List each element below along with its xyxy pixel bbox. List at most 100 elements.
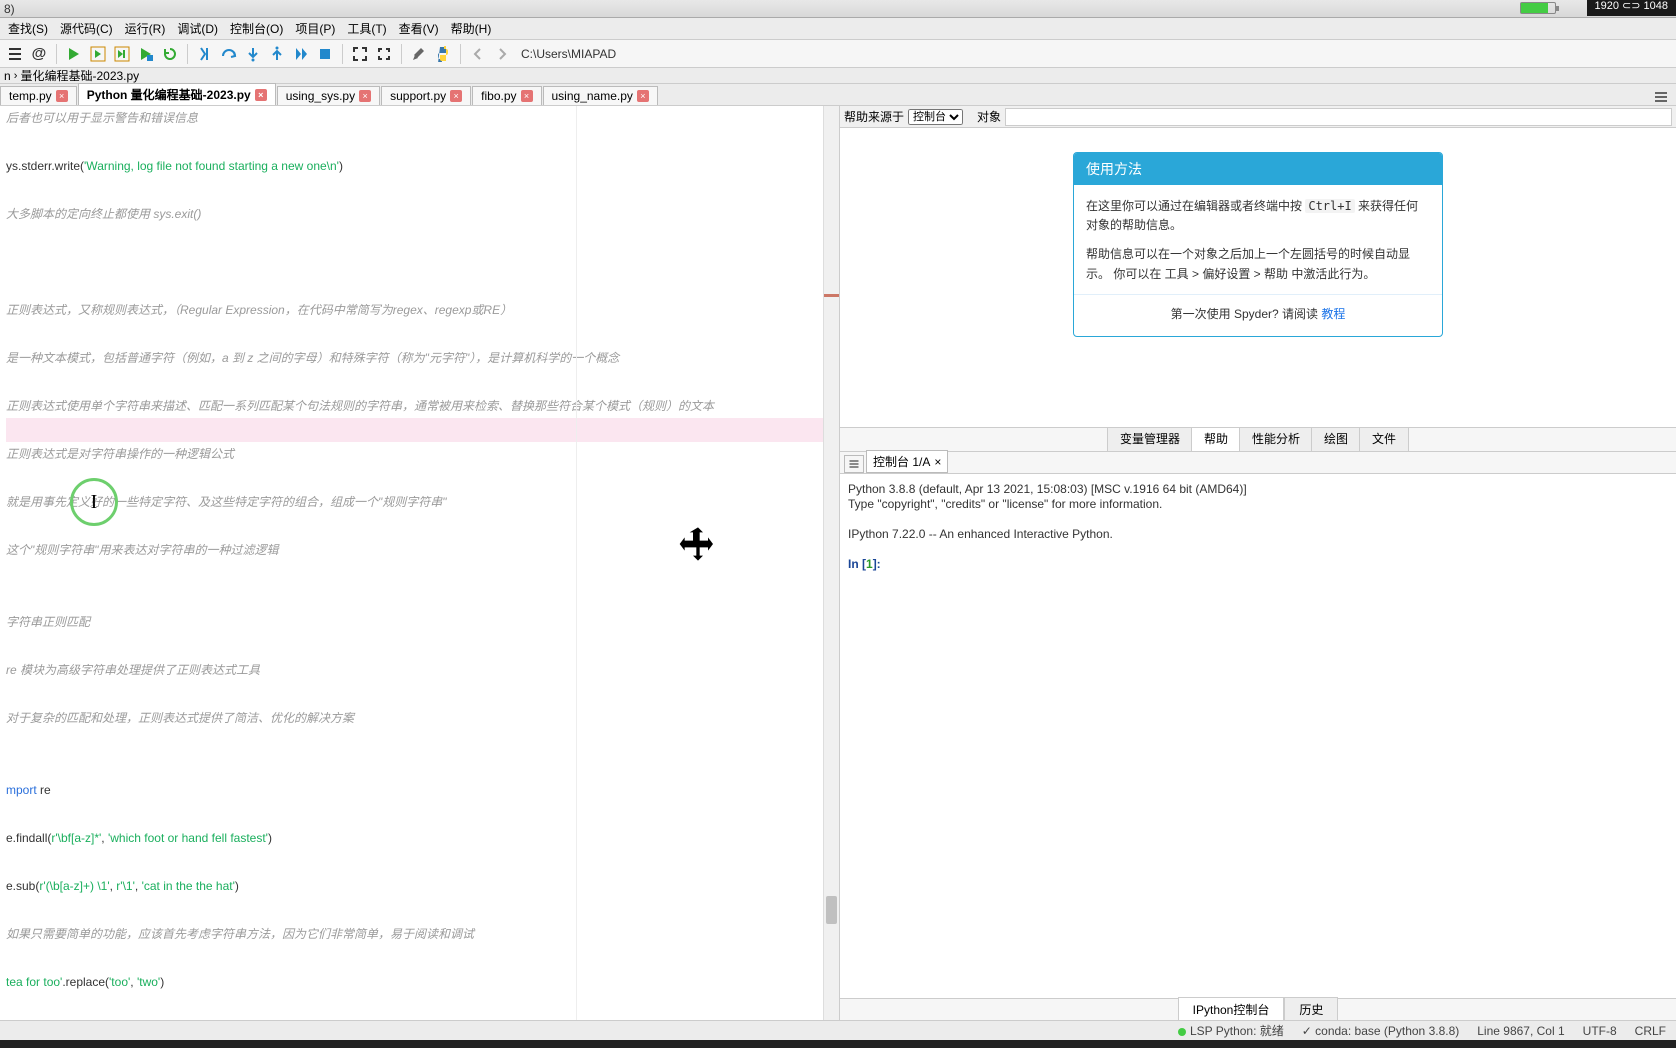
menu-source[interactable]: 源代码(C)	[54, 17, 119, 40]
tab-varexp[interactable]: 变量管理器	[1107, 425, 1193, 451]
python-path-icon[interactable]	[432, 43, 454, 65]
tab-quant-2023[interactable]: Python 量化编程基础-2023.py ×	[78, 83, 276, 105]
window-titlebar: 8) 1920 ⊂⊃ 1048	[0, 0, 1676, 18]
stop-debug-icon[interactable]	[314, 43, 336, 65]
tab-temp[interactable]: temp.py×	[0, 86, 77, 105]
help-pane: 使用方法 在这里你可以通过在编辑器或者终端中按 Ctrl+I 来获得任何对象的帮…	[840, 128, 1676, 428]
menu-run[interactable]: 运行(R)	[119, 17, 172, 40]
run-file-icon[interactable]	[63, 43, 85, 65]
working-dir[interactable]: C:\Users\MIAPAD	[521, 47, 616, 61]
debug-icon[interactable]	[194, 43, 216, 65]
code-line	[6, 322, 833, 346]
menu-projects[interactable]: 项目(P)	[289, 17, 341, 40]
code-line: 大多脚本的定向终止都使用 sys.exit()	[6, 202, 833, 226]
code-line: 正则表达式，又称规则表达式，（Regular Expression，在代码中常简…	[6, 298, 833, 322]
breadcrumb-seg-1[interactable]: 量化编程基础-2023.py	[20, 67, 139, 84]
status-lsp[interactable]: LSP Python: 就绪	[1178, 1022, 1284, 1039]
breadcrumb-seg-0[interactable]: n	[4, 69, 11, 83]
console-tab-1a[interactable]: 控制台 1/A×	[866, 450, 948, 473]
rerun-icon[interactable]	[159, 43, 181, 65]
close-icon[interactable]: ×	[56, 90, 68, 102]
ipython-console[interactable]: Python 3.8.8 (default, Apr 13 2021, 15:0…	[840, 474, 1676, 998]
tab-ipython-console[interactable]: IPython控制台	[1178, 997, 1285, 1022]
code-line	[6, 850, 833, 874]
help-source-select[interactable]: 控制台	[908, 109, 963, 125]
help-source-row: 帮助来源于 控制台 对象	[840, 106, 1676, 128]
code-line	[6, 802, 833, 826]
tab-using-sys[interactable]: using_sys.py×	[277, 86, 380, 105]
console-tabstrip: 控制台 1/A×	[840, 452, 1676, 474]
tab-label: support.py	[390, 89, 446, 103]
code-line	[6, 898, 833, 922]
menu-view[interactable]: 查看(V)	[393, 17, 445, 40]
close-icon[interactable]: ×	[521, 90, 533, 102]
resolution-badge: 1920 ⊂⊃ 1048	[1587, 0, 1676, 16]
code-line	[6, 370, 833, 394]
tab-options-icon[interactable]	[1650, 86, 1672, 108]
help-card: 使用方法 在这里你可以通过在编辑器或者终端中按 Ctrl+I 来获得任何对象的帮…	[1073, 152, 1443, 337]
preferences-icon[interactable]	[408, 43, 430, 65]
tab-files[interactable]: 文件	[1359, 425, 1409, 451]
nav-back-icon[interactable]	[467, 43, 489, 65]
editor-scrollbar[interactable]	[823, 106, 839, 1020]
fullscreen-icon[interactable]	[373, 43, 395, 65]
tab-help[interactable]: 帮助	[1191, 425, 1241, 451]
code-line: 正则表达式是对字符串操作的一种逻辑公式	[6, 442, 833, 466]
at-icon[interactable]: @	[28, 43, 50, 65]
code-line	[6, 754, 833, 778]
continue-icon[interactable]	[290, 43, 312, 65]
tab-label: using_name.py	[552, 89, 633, 103]
status-line-col[interactable]: Line 9867, Col 1	[1477, 1024, 1564, 1038]
toolbar: @ C:\Users\MIAPAD	[0, 40, 1676, 68]
close-icon[interactable]: ×	[359, 90, 371, 102]
tab-fibo[interactable]: fibo.py ×	[472, 86, 541, 105]
run-selection-icon[interactable]	[135, 43, 157, 65]
status-conda[interactable]: ✓ conda: base (Python 3.8.8)	[1302, 1024, 1459, 1038]
tab-label: fibo.py	[481, 89, 516, 103]
scroll-thumb[interactable]	[826, 896, 837, 924]
tab-support[interactable]: support.py ×	[381, 86, 471, 105]
menu-consoles[interactable]: 控制台(O)	[224, 17, 289, 40]
help-footer: 第一次使用 Spyder? 请阅读 教程	[1086, 305, 1430, 324]
help-object-input[interactable]	[1005, 108, 1672, 126]
step-over-icon[interactable]	[218, 43, 240, 65]
tab-using-name[interactable]: using_name.py ×	[543, 86, 658, 105]
menu-tools[interactable]: 工具(T)	[341, 17, 392, 40]
menu-debug[interactable]: 调试(D)	[171, 17, 224, 40]
window-title: 8)	[4, 2, 15, 16]
code-line	[6, 226, 833, 250]
close-icon[interactable]: ×	[637, 90, 649, 102]
side-tabs: 变量管理器 帮助 性能分析 绘图 文件	[840, 428, 1676, 452]
code-editor[interactable]: 后者也可以用于显示警告和错误信息 ys.stderr.write('Warnin…	[0, 106, 839, 1020]
maximize-pane-icon[interactable]	[349, 43, 371, 65]
code-line	[6, 274, 833, 298]
tutorial-link[interactable]: 教程	[1321, 307, 1345, 321]
code-line: 对于复杂的匹配和处理，正则表达式提供了简洁、优化的解决方案	[6, 706, 833, 730]
step-out-icon[interactable]	[266, 43, 288, 65]
run-cell-advance-icon[interactable]	[111, 43, 133, 65]
close-icon[interactable]: ×	[934, 455, 941, 469]
close-icon[interactable]: ×	[450, 90, 462, 102]
console-menu-icon[interactable]	[844, 455, 864, 473]
nav-forward-icon[interactable]	[491, 43, 513, 65]
run-cell-icon[interactable]	[87, 43, 109, 65]
tab-history[interactable]: 历史	[1284, 997, 1338, 1022]
menu-help[interactable]: 帮助(H)	[445, 17, 498, 40]
close-icon[interactable]: ×	[255, 89, 267, 101]
os-taskbar[interactable]	[0, 1040, 1676, 1048]
tab-profiler[interactable]: 性能分析	[1239, 425, 1313, 451]
menu-find[interactable]: 查找(S)	[2, 17, 54, 40]
code-line: mport re	[6, 778, 833, 802]
ruler-line	[576, 106, 577, 1020]
status-encoding[interactable]: UTF-8	[1583, 1024, 1617, 1038]
outline-icon[interactable]	[4, 43, 26, 65]
help-source-label: 帮助来源于	[844, 108, 904, 125]
code-line	[6, 586, 833, 610]
status-eol[interactable]: CRLF	[1635, 1024, 1666, 1038]
code-line	[6, 730, 833, 754]
step-into-icon[interactable]	[242, 43, 264, 65]
tab-plots[interactable]: 绘图	[1311, 425, 1361, 451]
menubar[interactable]: 查找(S) 源代码(C) 运行(R) 调试(D) 控制台(O) 项目(P) 工具…	[0, 18, 1676, 40]
tab-label: Python 量化编程基础-2023.py	[87, 86, 251, 103]
code-line	[6, 682, 833, 706]
